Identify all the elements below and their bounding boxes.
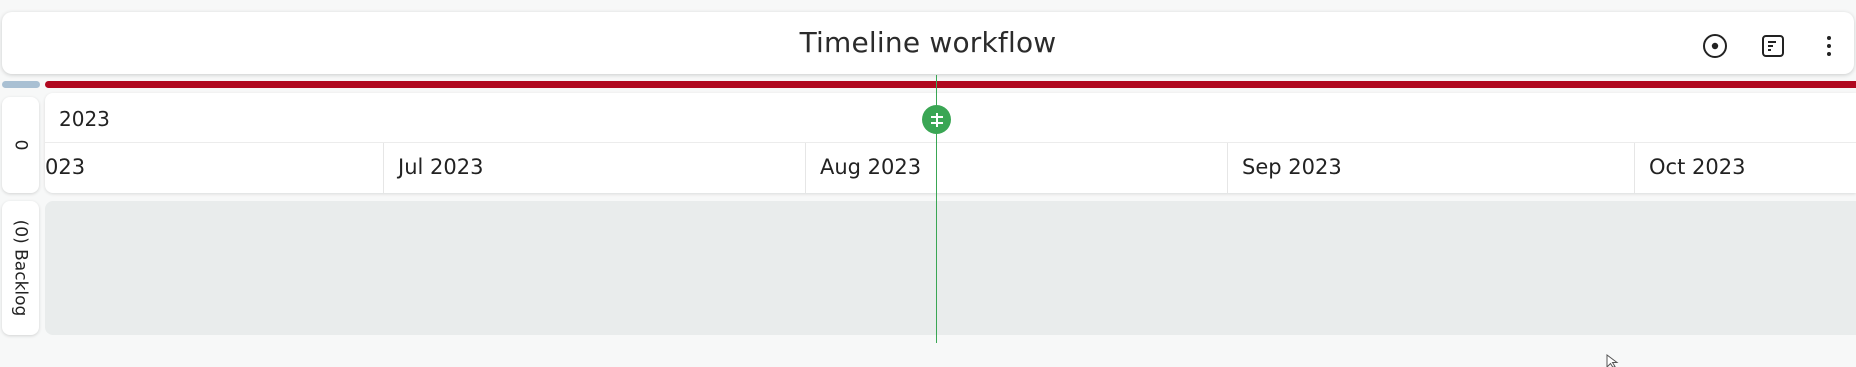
month-cell: Oct 2023 — [1634, 143, 1856, 193]
mouse-cursor-icon — [1606, 353, 1620, 367]
month-cell: Jul 2023 — [383, 143, 805, 193]
month-cell: Aug 2023 — [805, 143, 1227, 193]
month-cell: Sep 2023 — [1227, 143, 1634, 193]
lane-label-backlog[interactable]: (0) Backlog — [2, 201, 39, 335]
app-header: Timeline workflow — [2, 12, 1854, 74]
lane-label-text: (0) Backlog — [10, 219, 31, 317]
page-title: Timeline workflow — [799, 26, 1057, 59]
progress-bar-left — [2, 81, 40, 88]
progress-bar-main — [45, 81, 1856, 88]
notes-icon[interactable] — [1756, 29, 1790, 63]
lane-label-0[interactable]: 0 — [2, 97, 39, 193]
today-marker[interactable] — [922, 105, 951, 134]
more-vertical-icon[interactable] — [1812, 29, 1846, 63]
month-row: 023 Jul 2023 Aug 2023 Sep 2023 Oct 2023 — [45, 143, 1856, 193]
target-icon[interactable] — [1698, 29, 1732, 63]
lane-label-text: 0 — [10, 139, 31, 151]
year-label: 2023 — [59, 107, 110, 131]
month-cell: 023 — [45, 155, 86, 179]
timeline-header: 2023 023 Jul 2023 Aug 2023 Sep 2023 Oct … — [45, 93, 1856, 193]
backlog-lane-area[interactable] — [45, 201, 1856, 335]
